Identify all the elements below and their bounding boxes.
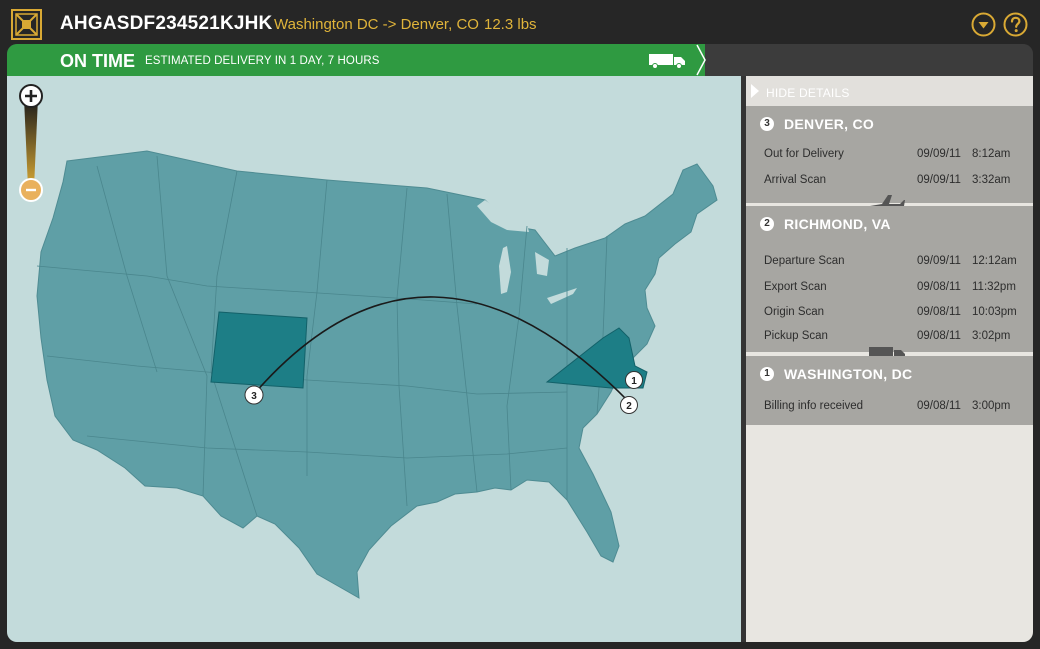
map-marker-1[interactable]: 1 (625, 371, 643, 389)
hide-details-button[interactable]: HIDE DETAILS (746, 76, 1033, 106)
event-time: 3:32am (972, 174, 1011, 186)
event-name: Pickup Scan (764, 330, 828, 342)
event-name: Out for Delivery (764, 148, 844, 160)
shipment-map[interactable]: 3 1 2 (7, 76, 741, 642)
event-row: Out for Delivery 09/09/11 8:12am (746, 142, 1033, 167)
event-name: Origin Scan (764, 306, 825, 318)
shipment-route: Washington DC -> Denver, CO (274, 16, 479, 33)
event-row: Origin Scan 09/08/11 10:03pm (746, 300, 1033, 325)
stop-name: DENVER, CO (784, 116, 875, 132)
package-logo-icon (11, 9, 42, 40)
package-weight: 12.3 lbs (484, 16, 537, 33)
event-name: Billing info received (764, 400, 864, 412)
event-time: 11:32pm (972, 281, 1016, 293)
event-name: Departure Scan (764, 255, 845, 267)
tracking-number: AHGASDF234521KJHK (60, 13, 273, 34)
event-time: 12:12am (972, 255, 1017, 267)
event-name: Arrival Scan (764, 174, 826, 186)
delivery-estimate: ESTIMATED DELIVERY IN 1 DAY, 7 HOURS (145, 55, 380, 67)
stop-richmond: 2 RICHMOND, VA Departure Scan 09/09/11 1… (746, 206, 1033, 352)
event-row: Departure Scan 09/09/11 12:12am (746, 249, 1033, 274)
event-date: 09/08/11 (917, 306, 961, 318)
event-row: Export Scan 09/08/11 11:32pm (746, 275, 1033, 300)
map-marker-2[interactable]: 2 (620, 396, 638, 414)
status-bar: ON TIME ESTIMATED DELIVERY IN 1 DAY, 7 H… (7, 44, 705, 76)
status-title: ON TIME (60, 51, 135, 71)
tracking-frame: ON TIME ESTIMATED DELIVERY IN 1 DAY, 7 H… (7, 44, 1033, 642)
svg-text:3: 3 (251, 391, 257, 402)
event-name: Export Scan (764, 281, 827, 293)
stop-name: RICHMOND, VA (784, 216, 891, 232)
details-panel: HIDE DETAILS 3 DENVER, CO Out for Delive… (746, 76, 1033, 642)
zoom-slider[interactable] (18, 84, 44, 204)
event-time: 10:03pm (972, 306, 1017, 318)
chevron-right-icon (691, 44, 706, 76)
event-date: 09/09/11 (917, 174, 961, 186)
event-date: 09/09/11 (917, 255, 961, 267)
help-circle-icon[interactable] (1003, 12, 1028, 37)
event-date: 09/09/11 (917, 148, 961, 160)
svg-text:2: 2 (626, 401, 632, 412)
top-bar: AHGASDF234521KJHK Washington DC -> Denve… (0, 0, 1040, 46)
event-date: 09/08/11 (917, 281, 961, 293)
event-row: Arrival Scan 09/09/11 3:32am (746, 168, 1033, 193)
event-row: Billing info received 09/08/11 3:00pm (746, 394, 1033, 419)
stop-number: 1 (760, 367, 774, 381)
stop-name: WASHINGTON, DC (784, 366, 913, 382)
stop-number: 3 (760, 117, 774, 131)
zoom-in-icon[interactable] (19, 84, 43, 108)
zoom-out-icon[interactable] (19, 178, 43, 202)
map-marker-3[interactable]: 3 (244, 385, 264, 405)
event-time: 8:12am (972, 148, 1011, 160)
stop-denver: 3 DENVER, CO Out for Delivery 09/09/11 8… (746, 106, 1033, 203)
event-time: 3:00pm (972, 400, 1011, 412)
stop-header: 3 DENVER, CO (746, 106, 1033, 142)
event-time: 3:02pm (972, 330, 1011, 342)
dropdown-circle-icon[interactable] (971, 12, 996, 37)
stop-washington: 1 WASHINGTON, DC Billing info received 0… (746, 356, 1033, 425)
stop-number: 2 (760, 217, 774, 231)
stop-header: 2 RICHMOND, VA (746, 206, 1033, 242)
stop-header: 1 WASHINGTON, DC (746, 356, 1033, 392)
tracking-app: AHGASDF234521KJHK Washington DC -> Denve… (0, 0, 1040, 649)
chevron-right-icon (751, 84, 759, 98)
svg-text:1: 1 (631, 376, 637, 387)
hide-details-label: HIDE DETAILS (766, 86, 850, 100)
event-date: 09/08/11 (917, 330, 961, 342)
truck-icon (649, 54, 685, 69)
event-date: 09/08/11 (917, 400, 961, 412)
colorado-state[interactable] (210, 311, 308, 389)
usa-map: 3 1 2 (36, 150, 718, 599)
